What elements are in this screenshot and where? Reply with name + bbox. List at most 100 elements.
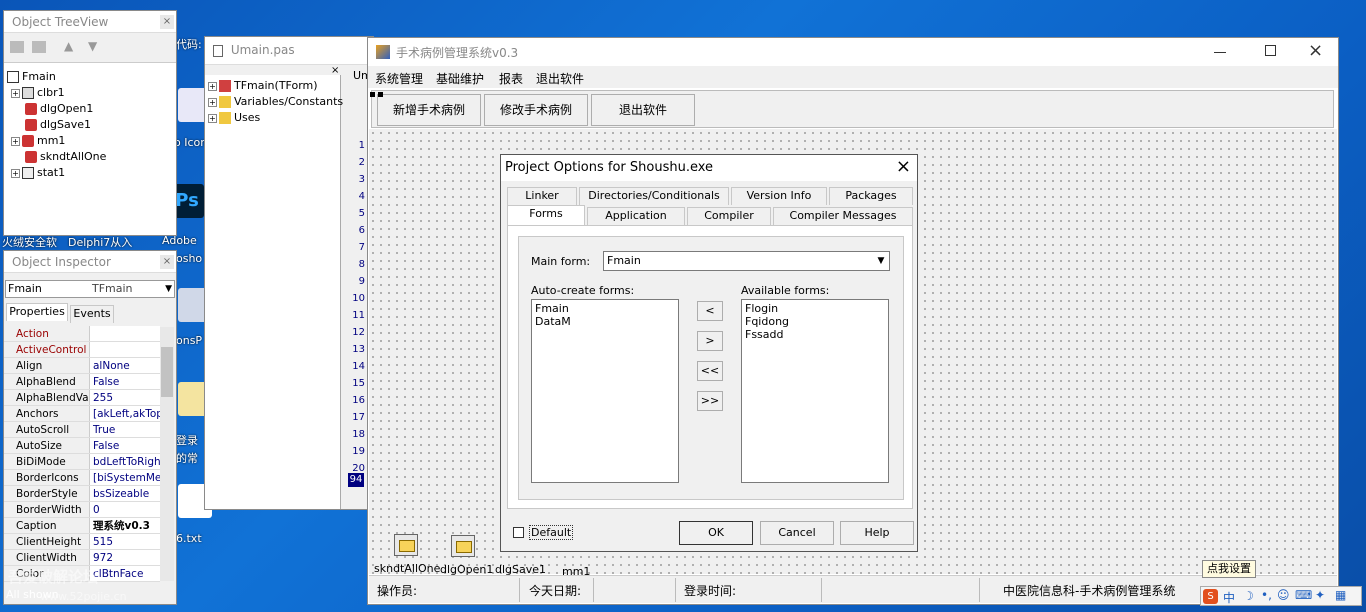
scroll-thumb[interactable] (161, 347, 173, 397)
project-options-dialog[interactable]: Project Options for Shoushu.exe × Linker… (500, 154, 918, 552)
ime-lang[interactable]: 中 (1223, 589, 1235, 606)
object-treeview-window[interactable]: Object TreeView × ▲ ▼ Fmain + clbr1 dlgOp… (3, 10, 177, 236)
move-all-left-button[interactable]: << (697, 361, 723, 381)
ok-button[interactable]: OK (679, 521, 753, 545)
property-value[interactable]: bsSizeable (90, 486, 160, 501)
property-value[interactable]: 理系统v0.3 (90, 518, 160, 533)
menu-item[interactable]: 退出软件 (536, 70, 584, 87)
property-value[interactable]: 0 (90, 502, 160, 517)
tree-item[interactable]: Fmain (7, 69, 176, 85)
selection-handle[interactable] (378, 92, 383, 97)
emoji-icon[interactable]: ☺ (1277, 588, 1290, 602)
tree-item[interactable]: skndtAllOne (7, 149, 176, 165)
ime-toolbar[interactable]: S 中 ☽ •, ☺ ⌨ ✦ ▦ (1200, 586, 1362, 606)
maximize-icon[interactable] (1265, 45, 1276, 56)
expand-icon[interactable]: + (11, 168, 20, 178)
code-editor-window[interactable]: Umain.pas + TFmain(TForm) + Variables/Cons… (204, 36, 374, 510)
tab-directories[interactable]: Directories/Conditionals (579, 187, 729, 205)
arrow-up-icon[interactable]: ▲ (64, 39, 73, 53)
close-icon[interactable]: × (331, 65, 339, 76)
menu-item[interactable]: 报表 (499, 70, 523, 87)
property-value[interactable]: 972 (90, 550, 160, 565)
sogou-icon[interactable]: S (1203, 589, 1218, 604)
property-row[interactable]: AutoScroll True (4, 422, 160, 438)
chevron-down-icon[interactable]: ▼ (873, 252, 889, 270)
tab-compiler-messages[interactable]: Compiler Messages (773, 207, 913, 225)
list-item[interactable]: Fmain (535, 302, 675, 315)
property-value[interactable]: bdLeftToRight (90, 454, 160, 469)
property-value[interactable]: False (90, 374, 160, 389)
property-row[interactable]: Action (4, 326, 160, 342)
default-checkbox[interactable] (513, 527, 524, 538)
tab-packages[interactable]: Packages (829, 187, 913, 205)
main-form-select[interactable]: Fmain ▼ (603, 251, 890, 271)
property-value[interactable]: [akLeft,akTop (90, 406, 160, 421)
expand-icon[interactable]: + (11, 136, 20, 146)
delete-item-icon[interactable] (32, 41, 46, 53)
property-row[interactable]: AlphaBlend False (4, 374, 160, 390)
grid-icon[interactable]: ▦ (1335, 588, 1346, 602)
property-value[interactable] (90, 342, 160, 357)
menu-item[interactable]: 基础维护 (436, 70, 484, 87)
shirt-icon[interactable]: ✦ (1315, 588, 1325, 602)
list-item[interactable]: Fssadd (745, 328, 885, 341)
property-row[interactable]: BorderWidth 0 (4, 502, 160, 518)
tab-compiler[interactable]: Compiler (687, 207, 771, 225)
tree-item[interactable]: dlgSave1 (7, 117, 176, 133)
property-value[interactable]: clBtnFace (90, 566, 160, 581)
property-row[interactable]: Caption 理系统v0.3 (4, 518, 160, 534)
tree-item[interactable]: + mm1 (7, 133, 176, 149)
menu-item[interactable]: 系统管理 (375, 70, 423, 87)
property-value[interactable]: [biSystemMen (90, 470, 160, 485)
edit-case-button[interactable]: 修改手术病例 (484, 94, 588, 126)
skinengine-component-icon[interactable] (394, 534, 418, 556)
tree-item[interactable]: + Uses (205, 110, 340, 126)
move-left-button[interactable]: < (697, 301, 723, 321)
tab-forms[interactable]: Forms (507, 205, 585, 225)
property-row[interactable]: BorderIcons[biSystemMen (4, 470, 160, 486)
moon-icon[interactable]: ☽ (1243, 589, 1254, 603)
property-value[interactable]: 255 (90, 390, 160, 405)
move-right-button[interactable]: > (697, 331, 723, 351)
tab-application[interactable]: Application (587, 207, 685, 225)
punctuation-icon[interactable]: •, (1261, 588, 1272, 602)
list-item[interactable]: DataM (535, 315, 675, 328)
property-row[interactable]: ActiveControl (4, 342, 160, 358)
help-button[interactable]: Help (840, 521, 914, 545)
exit-button[interactable]: 退出软件 (591, 94, 695, 126)
object-selector[interactable]: Fmain TFmain ▼ (5, 280, 175, 298)
open-dialog-component-icon[interactable] (451, 535, 475, 557)
property-value[interactable]: alNone (90, 358, 160, 373)
property-value[interactable] (90, 326, 160, 341)
auto-create-list[interactable]: Fmain DataM (531, 299, 679, 483)
selection-handle[interactable] (370, 92, 375, 97)
move-all-right-button[interactable]: >> (697, 391, 723, 411)
close-icon[interactable]: × (160, 255, 174, 269)
property-row[interactable]: BiDiMode bdLeftToRight (4, 454, 160, 470)
property-row[interactable]: BorderStyle bsSizeable (4, 486, 160, 502)
tab-linker[interactable]: Linker (507, 187, 577, 205)
property-row[interactable]: ClientHeight 515 (4, 534, 160, 550)
cancel-button[interactable]: Cancel (760, 521, 834, 545)
arrow-down-icon[interactable]: ▼ (88, 39, 97, 53)
property-value[interactable]: True (90, 422, 160, 437)
minimize-icon[interactable] (1214, 52, 1226, 53)
add-case-button[interactable]: 新增手术病例 (377, 94, 481, 126)
expand-icon[interactable]: + (11, 88, 20, 98)
property-value[interactable]: False (90, 438, 160, 453)
chevron-down-icon[interactable]: ▼ (165, 281, 172, 297)
close-icon[interactable]: × (160, 15, 174, 29)
close-icon[interactable]: × (896, 156, 911, 177)
property-row[interactable]: AlphaBlendValu 255 (4, 390, 160, 406)
close-icon[interactable]: × (1308, 40, 1323, 61)
tree-item[interactable]: + clbr1 (7, 85, 176, 101)
expand-icon[interactable]: + (208, 97, 217, 107)
expand-icon[interactable]: + (208, 81, 217, 91)
available-list[interactable]: Flogin Fqidong Fssadd (741, 299, 889, 483)
tab-properties[interactable]: Properties (6, 303, 68, 321)
tree-item[interactable]: + Variables/Constants (205, 94, 343, 110)
tree-item[interactable]: + stat1 (7, 165, 176, 181)
list-item[interactable]: Flogin (745, 302, 885, 315)
tab-version-info[interactable]: Version Info (731, 187, 827, 205)
tree-item[interactable]: dlgOpen1 (7, 101, 176, 117)
